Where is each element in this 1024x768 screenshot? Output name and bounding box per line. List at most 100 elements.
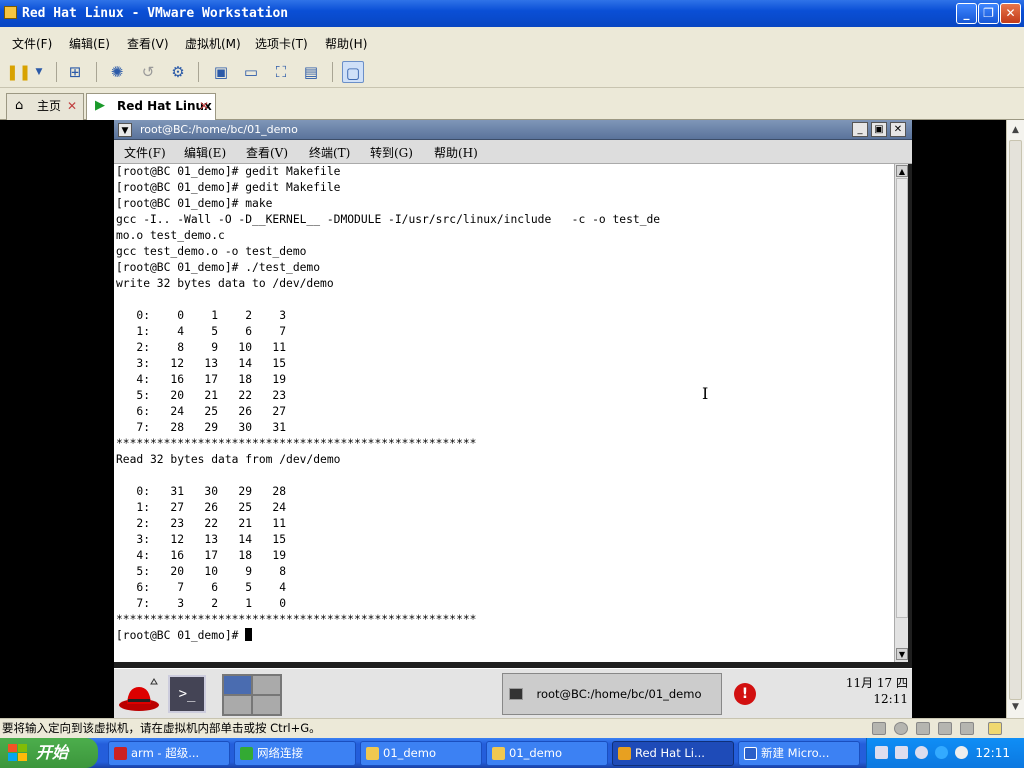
terminal-menu-help[interactable]: 帮助(H): [434, 144, 478, 161]
tab-red-hat-linux[interactable]: ▶ Red Hat Linux ✕: [86, 93, 216, 120]
terminal-launcher-icon[interactable]: >_: [168, 675, 206, 713]
task-vmware[interactable]: Red Hat Li...: [612, 741, 734, 766]
terminal-title-bar: ▼ root@BC:/home/bc/01_demo _ ▣ ✕: [114, 120, 912, 140]
start-label: 开始: [36, 743, 69, 762]
terminal-menu-terminal[interactable]: 终端(T): [309, 144, 350, 161]
terminal-line: 4: 16 17 18 19: [136, 549, 287, 562]
dropdown-arrow-icon[interactable]: ▼: [28, 61, 50, 83]
terminal-line: gcc -I.. -Wall -O -D__KERNEL__ -DMODULE …: [116, 213, 661, 226]
menu-tabs[interactable]: 选项卡(T): [255, 35, 308, 52]
menu-view[interactable]: 查看(V): [127, 35, 169, 52]
task-folder-1[interactable]: 01_demo: [360, 741, 482, 766]
terminal-line: 5: 20 21 22 23: [136, 389, 287, 402]
quick-switch-icon[interactable]: ▢: [342, 61, 364, 83]
panel-task-terminal[interactable]: root@BC:/home/bc/01_demo: [502, 673, 722, 715]
toolbar-separator: [56, 62, 57, 82]
menu-file[interactable]: 文件(F): [12, 35, 52, 52]
home-icon: ⌂: [15, 98, 24, 113]
windows-logo-icon: [8, 744, 27, 761]
taskbar-clock[interactable]: 12:11: [975, 738, 1010, 768]
text-cursor: [245, 628, 253, 641]
workspace-switcher[interactable]: [222, 674, 282, 716]
hdd-icon[interactable]: [872, 722, 886, 735]
network-tray-icon[interactable]: [935, 746, 948, 759]
terminal-scrollbar[interactable]: ▲ ▼: [894, 164, 908, 662]
terminal-menu-file[interactable]: 文件(F): [124, 144, 166, 161]
app-icon: [114, 747, 127, 760]
qq-icon[interactable]: [955, 746, 968, 759]
window-title: Red Hat Linux - VMware Workstation: [22, 6, 289, 21]
task-label: arm - 超级...: [131, 746, 200, 760]
snapshot-manager-icon[interactable]: ⚙: [167, 61, 189, 83]
message-log-icon[interactable]: [988, 722, 1002, 735]
window-menu-icon[interactable]: ▼: [118, 123, 132, 137]
usb-icon[interactable]: [938, 722, 952, 735]
terminal-menu-view[interactable]: 查看(V): [246, 144, 288, 161]
unity-icon[interactable]: ▤: [300, 61, 322, 83]
terminal-output[interactable]: [root@BC 01_demo]# gedit Makefile [root@…: [114, 164, 894, 662]
workspace-3[interactable]: [223, 695, 252, 715]
workspace-4[interactable]: [252, 695, 281, 715]
sidebar-icon[interactable]: ▣: [210, 61, 232, 83]
terminal-line: ****************************************…: [116, 437, 477, 450]
terminal-line: 2: 8 9 10 11: [136, 341, 287, 354]
terminal-scroll-up-icon[interactable]: ▲: [896, 165, 908, 177]
terminal-menu-go[interactable]: 转到(G): [370, 144, 413, 161]
restore-button[interactable]: ❐: [978, 3, 999, 24]
menu-edit[interactable]: 编辑(E): [69, 35, 110, 52]
menu-help[interactable]: 帮助(H): [325, 35, 367, 52]
minimize-button[interactable]: _: [956, 3, 977, 24]
scroll-down-icon[interactable]: ▼: [1009, 700, 1022, 714]
keyboard-icon[interactable]: [875, 746, 888, 759]
close-tab-icon[interactable]: ✕: [67, 94, 77, 119]
workspace-2[interactable]: [252, 675, 281, 695]
revert-snapshot-icon[interactable]: ↺: [137, 61, 159, 83]
terminal-close-button[interactable]: ✕: [890, 122, 906, 137]
menu-vm[interactable]: 虚拟机(M): [185, 35, 241, 52]
help-icon[interactable]: [895, 746, 908, 759]
terminal-line: Read 32 bytes data from /dev/demo: [116, 453, 341, 466]
volume-icon[interactable]: [915, 746, 928, 759]
pause-icon[interactable]: ❚❚: [6, 61, 31, 83]
fullscreen-icon[interactable]: ⛶: [270, 61, 292, 83]
redhat-menu-icon[interactable]: [118, 675, 160, 713]
vmware-title-bar: Red Hat Linux - VMware Workstation _ ❐ ✕: [0, 0, 1024, 27]
folder-icon: [492, 747, 505, 760]
task-label: 新建 Micro...: [761, 746, 830, 760]
sound-icon[interactable]: [960, 722, 974, 735]
terminal-scroll-down-icon[interactable]: ▼: [896, 648, 908, 660]
vmware-toolbar: ❚❚ ▼ ⊞ ✺ ↺ ⚙ ▣ ▭ ⛶ ▤ ▢: [0, 57, 1024, 88]
console-view-icon[interactable]: ▭: [240, 61, 262, 83]
guest-desktop[interactable]: ▼ root@BC:/home/bc/01_demo _ ▣ ✕ 文件(F) 编…: [114, 120, 912, 718]
snapshot-icon[interactable]: ✺: [106, 61, 128, 83]
terminal-menu-edit[interactable]: 编辑(E): [184, 144, 226, 161]
panel-clock[interactable]: 11月 17 四 12:11: [824, 675, 908, 707]
task-label: 网络连接: [257, 746, 303, 760]
vmware-tab-strip: ⌂ 主页 ✕ ▶ Red Hat Linux ✕: [0, 88, 1024, 120]
folder-icon: [366, 747, 379, 760]
terminal-line: [root@BC 01_demo]# gedit Makefile: [116, 165, 341, 178]
task-word[interactable]: 新建 Micro...: [738, 741, 860, 766]
scroll-up-icon[interactable]: ▲: [1009, 123, 1022, 137]
network-adapter-icon[interactable]: [916, 722, 930, 735]
network-icon[interactable]: ⊞: [64, 61, 86, 83]
terminal-line: write 32 bytes data to /dev/demo: [116, 277, 334, 290]
close-button[interactable]: ✕: [1000, 3, 1021, 24]
terminal-small-icon: [509, 688, 523, 700]
terminal-maximize-button[interactable]: ▣: [871, 122, 887, 137]
scroll-thumb[interactable]: [1009, 140, 1022, 700]
task-folder-2[interactable]: 01_demo: [486, 741, 608, 766]
task-arm[interactable]: arm - 超级...: [108, 741, 230, 766]
terminal-line: 0: 31 30 29 28: [136, 485, 287, 498]
vm-vertical-scrollbar[interactable]: ▲ ▼: [1006, 120, 1024, 718]
workspace-1[interactable]: [223, 675, 252, 695]
tab-home[interactable]: ⌂ 主页 ✕: [6, 93, 84, 120]
start-button[interactable]: 开始: [0, 738, 98, 768]
terminal-minimize-button[interactable]: _: [852, 122, 868, 137]
terminal-scroll-thumb[interactable]: [896, 178, 908, 618]
close-tab-icon[interactable]: ✕: [199, 94, 209, 119]
update-alert-icon[interactable]: !: [734, 683, 756, 705]
task-network[interactable]: 网络连接: [234, 741, 356, 766]
cdrom-icon[interactable]: [894, 722, 908, 735]
terminal-prompt: [root@BC 01_demo]#: [116, 629, 246, 642]
